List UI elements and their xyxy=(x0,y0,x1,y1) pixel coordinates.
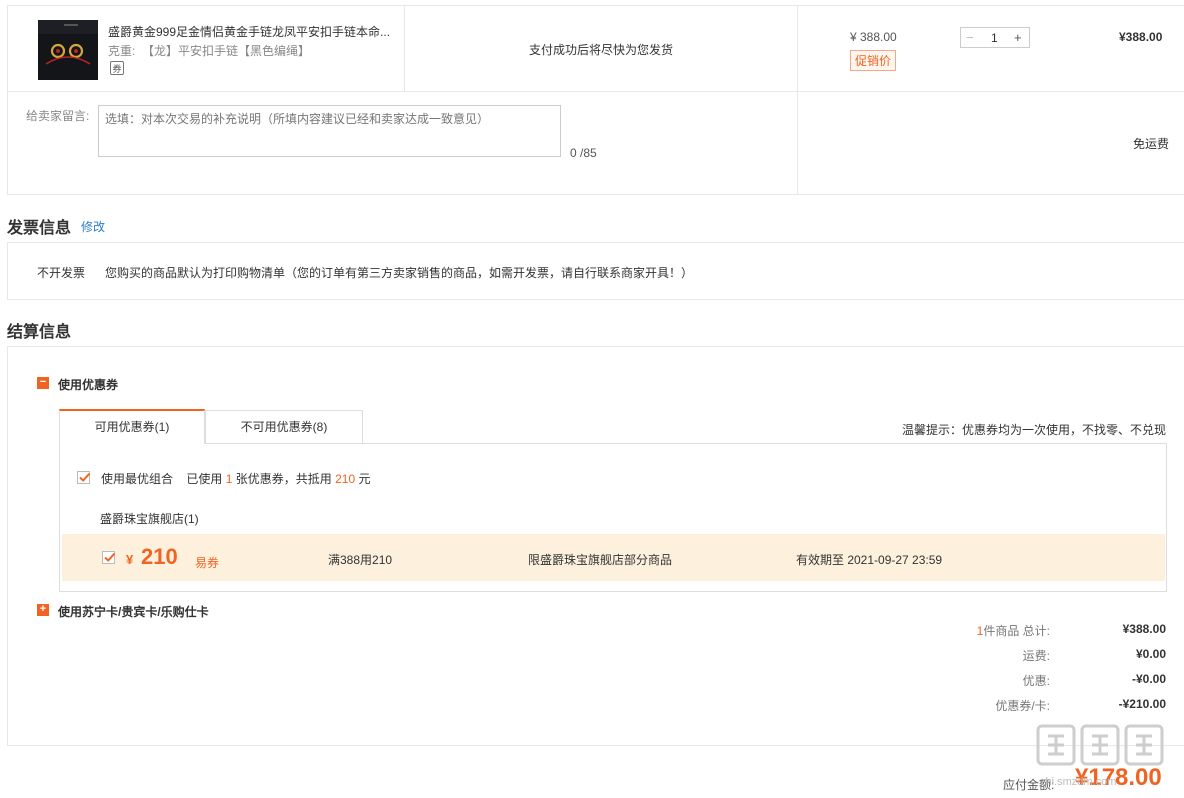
promo-tag: 促销价 xyxy=(850,50,897,71)
divider xyxy=(404,5,405,91)
unit-price: ¥ 388.00 xyxy=(850,30,897,44)
coupon-type: 易券 xyxy=(195,556,220,570)
message-label: 给卖家留言: xyxy=(26,109,90,123)
used-coupon-amount: 210 xyxy=(335,472,356,486)
invoice-desc: 您购买的商品默认为打印购物清单（您的订单有第三方卖家销售的商品，如需开发票，请自… xyxy=(105,266,694,280)
quantity-value[interactable]: 1 xyxy=(991,31,998,45)
product-spec-value: 【龙】平安扣手链【黑色编绳】 xyxy=(142,44,311,58)
watermark-logo xyxy=(1032,720,1172,770)
message-char-count: 0 /85 xyxy=(570,146,597,160)
divider xyxy=(7,91,1184,92)
minus-button[interactable]: − xyxy=(966,30,974,45)
coupon-tip: 温馨提示：优惠券均为一次使用，不找零、不兑现 xyxy=(902,423,1167,437)
summary-total: ¥388.00 xyxy=(1122,622,1166,636)
collapse-icon[interactable]: − xyxy=(37,377,49,389)
coupon-card-label: 优惠券/卡: xyxy=(995,699,1050,713)
seller-message-input[interactable] xyxy=(98,105,561,157)
tab-available-coupons[interactable]: 可用优惠券(1) xyxy=(59,409,205,444)
expand-icon[interactable]: + xyxy=(37,604,49,616)
settlement-title: 结算信息 xyxy=(7,324,72,341)
coupon-badge-icon: 券 xyxy=(110,61,124,75)
tab-unavailable-coupons[interactable]: 不可用优惠券(8) xyxy=(205,410,363,443)
coupon-card-value: -¥210.00 xyxy=(1118,697,1166,711)
shipping-note: 支付成功后将尽快为您发货 xyxy=(529,43,674,57)
item-subtotal: ¥388.00 xyxy=(1119,30,1163,44)
quantity-stepper: − 1 + xyxy=(960,27,1030,48)
used-coupon-count: 1 xyxy=(225,472,233,486)
invoice-edit-link[interactable]: 修改 xyxy=(81,218,105,235)
shipping-fee: 免运费 xyxy=(1133,137,1170,151)
coupon-checkbox[interactable] xyxy=(102,551,116,564)
watermark-site: zhi.smzdm.com xyxy=(1040,776,1117,788)
invoice-type: 不开发票 xyxy=(37,266,86,280)
plus-button[interactable]: + xyxy=(1014,30,1022,45)
divider xyxy=(797,5,798,195)
store-name: 盛爵珠宝旗舰店(1) xyxy=(100,512,199,526)
freight-value: ¥0.00 xyxy=(1135,647,1166,661)
coupon-rule: 满388用210 xyxy=(328,553,393,567)
coupon-currency: ¥ xyxy=(126,552,134,567)
summary-count-label: 1件商品 总计: xyxy=(976,624,1050,638)
product-thumbnail[interactable] xyxy=(38,20,98,80)
best-combo-label: 使用最优组合 已使用 1 张优惠券，共抵用 210 元 xyxy=(101,472,371,486)
card-section-label[interactable]: 使用苏宁卡/贵宾卡/乐购仕卡 xyxy=(58,603,209,620)
best-combo-checkbox[interactable] xyxy=(77,471,91,484)
coupon-scope: 限盛爵珠宝旗舰店部分商品 xyxy=(528,553,673,567)
coupon-amount: 210 xyxy=(141,544,178,569)
product-title[interactable]: 盛爵黄金999足金情侣黄金手链龙凤平安扣手链本命... xyxy=(108,23,398,40)
coupon-expiry: 有效期至 2021-09-27 23:59 xyxy=(796,553,943,567)
coupon-section-label[interactable]: 使用优惠券 xyxy=(58,376,118,393)
invoice-title: 发票信息 xyxy=(7,220,72,237)
freight-label: 运费: xyxy=(1022,649,1050,663)
discount-value: -¥0.00 xyxy=(1131,672,1166,686)
product-spec: 克重: 【龙】平安扣手链【黑色编绳】 xyxy=(108,44,311,58)
discount-label: 优惠: xyxy=(1022,674,1050,688)
